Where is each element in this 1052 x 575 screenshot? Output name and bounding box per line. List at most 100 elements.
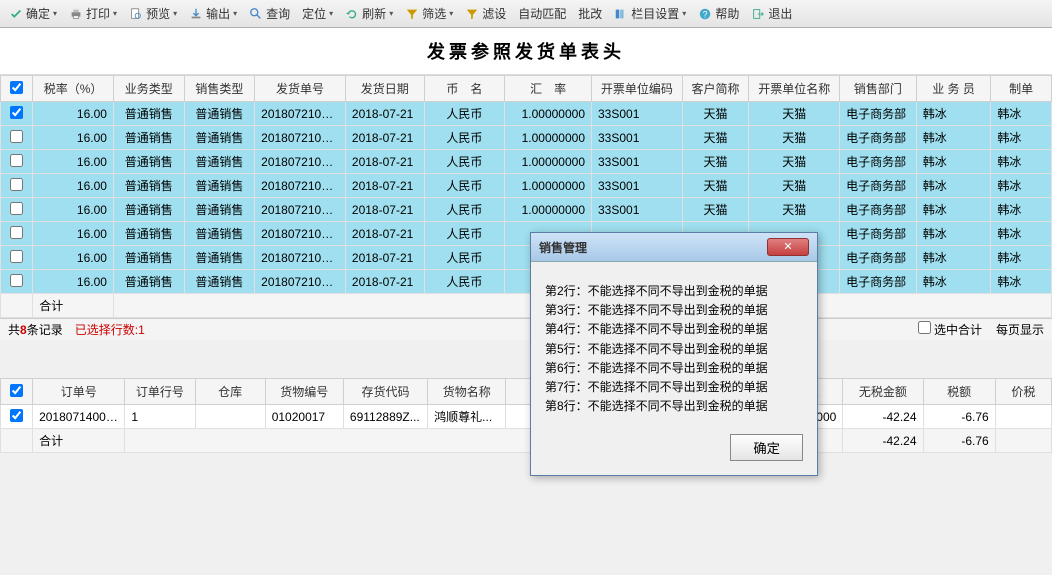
status-bar: 共8条记录 已选择行数:1 选中合计 每页显示 <box>0 318 1052 340</box>
col-inv-unit-name[interactable]: 开票单位名称 <box>749 76 840 102</box>
chevron-down-icon: ▾ <box>682 9 686 18</box>
col-maker[interactable]: 制单 <box>991 76 1052 102</box>
cell-warehouse <box>195 405 265 429</box>
cell-ship-date: 2018-07-21 <box>345 150 424 174</box>
cell-currency: 人民币 <box>424 150 505 174</box>
refresh-button[interactable]: 刷新 ▾ <box>340 3 398 24</box>
row-checkbox[interactable] <box>10 274 23 287</box>
cell-sale-type: 普通销售 <box>184 222 255 246</box>
cell-price-tax <box>995 405 1051 429</box>
cell-staff: 韩冰 <box>916 246 991 270</box>
row-checkbox[interactable] <box>10 226 23 239</box>
col-staff[interactable]: 业 务 员 <box>916 76 991 102</box>
select-all-bottom[interactable] <box>10 384 23 397</box>
cell-ship-date: 2018-07-21 <box>345 102 424 126</box>
cell-ship-no: 201807210052 <box>255 222 346 246</box>
cell-rate: 1.00000000 <box>505 198 592 222</box>
table-row[interactable]: 16.00普通销售普通销售2018072100242018-07-21人民币1.… <box>1 150 1052 174</box>
dialog-ok-button[interactable]: 确定 <box>730 434 803 461</box>
print-button[interactable]: 打印 ▾ <box>64 3 122 24</box>
export-icon <box>189 7 203 21</box>
row-checkbox[interactable] <box>10 250 23 263</box>
query-button[interactable]: 查询 <box>244 3 295 24</box>
locate-label: 定位 <box>302 5 326 22</box>
filter-set-button[interactable]: 滤设 <box>460 3 511 24</box>
table-row[interactable]: 16.00普通销售普通销售2018072100132018-07-21人民币1.… <box>1 102 1052 126</box>
col-goods-name[interactable]: 货物名称 <box>428 379 506 405</box>
page-title: 发票参照发货单表头 <box>0 28 1052 75</box>
col-cust-abbr[interactable]: 客户简称 <box>682 76 749 102</box>
exit-button[interactable]: 退出 <box>746 3 797 24</box>
cell-currency: 人民币 <box>424 126 505 150</box>
col-sale-type[interactable]: 销售类型 <box>184 76 255 102</box>
cell-cust-abbr: 天猫 <box>682 174 749 198</box>
col-ship-date[interactable]: 发货日期 <box>345 76 424 102</box>
col-order-no[interactable]: 订单号 <box>33 379 125 405</box>
col-price-tax[interactable]: 价税 <box>995 379 1051 405</box>
row-checkbox[interactable] <box>10 130 23 143</box>
cell-inv-unit-name: 天猫 <box>749 150 840 174</box>
cell-biz-type: 普通销售 <box>113 222 184 246</box>
table-row[interactable]: 16.00普通销售普通销售2018072100252018-07-21人民币1.… <box>1 174 1052 198</box>
auto-match-button[interactable]: 自动匹配 <box>513 3 571 24</box>
help-button[interactable]: ? 帮助 <box>693 3 744 24</box>
cell-tax-rate: 16.00 <box>33 174 114 198</box>
col-currency[interactable]: 币 名 <box>424 76 505 102</box>
row-checkbox[interactable] <box>10 409 23 422</box>
include-sum-toggle[interactable]: 选中合计 <box>918 321 982 338</box>
cell-maker: 韩冰 <box>991 102 1052 126</box>
col-biz-type[interactable]: 业务类型 <box>113 76 184 102</box>
cell-dept: 电子商务部 <box>840 174 917 198</box>
select-all-top[interactable] <box>10 81 23 94</box>
col-stock-code[interactable]: 存货代码 <box>343 379 427 405</box>
check-icon <box>9 7 23 21</box>
preview-button[interactable]: 预览 ▾ <box>124 3 182 24</box>
col-tax-rate[interactable]: 税率（%） <box>33 76 114 102</box>
col-inv-unit-code[interactable]: 开票单位编码 <box>592 76 683 102</box>
sum-notax: -42.24 <box>843 429 923 453</box>
row-checkbox[interactable] <box>10 106 23 119</box>
col-rate[interactable]: 汇 率 <box>505 76 592 102</box>
table-row[interactable]: 16.00普通销售普通销售2018072100942018-07-21人民币电子… <box>1 270 1052 294</box>
table-row[interactable]: 16.00普通销售普通销售2018072100522018-07-21人民币电子… <box>1 222 1052 246</box>
cell-biz-type: 普通销售 <box>113 102 184 126</box>
col-order-line[interactable]: 订单行号 <box>125 379 195 405</box>
col-dept[interactable]: 销售部门 <box>840 76 917 102</box>
cell-rate: 1.00000000 <box>505 126 592 150</box>
cell-stock-code: 69112889Z... <box>343 405 427 429</box>
export-button[interactable]: 输出 ▾ <box>184 3 242 24</box>
col-ship-no[interactable]: 发货单号 <box>255 76 346 102</box>
dialog-titlebar[interactable]: 销售管理 ✕ <box>531 233 817 262</box>
cell-biz-type: 普通销售 <box>113 198 184 222</box>
col-notax[interactable]: 无税金额 <box>843 379 923 405</box>
cell-currency: 人民币 <box>424 246 505 270</box>
col-warehouse[interactable]: 仓库 <box>195 379 265 405</box>
cell-sale-type: 普通销售 <box>184 102 255 126</box>
column-set-button[interactable]: 栏目设置 ▾ <box>609 3 691 24</box>
filter-button[interactable]: 筛选 ▾ <box>400 3 458 24</box>
table-row[interactable]: 20180714006610102001769112889Z...鸿顺尊礼...… <box>1 405 1052 429</box>
row-checkbox[interactable] <box>10 154 23 167</box>
cell-maker: 韩冰 <box>991 246 1052 270</box>
dialog-body: 第2行：不能选择不同不导出到金税的单据第3行：不能选择不同不导出到金税的单据第4… <box>531 262 817 426</box>
batch-edit-button[interactable]: 批改 <box>573 3 607 24</box>
cell-ship-no: 201807210023 <box>255 126 346 150</box>
cell-biz-type: 普通销售 <box>113 270 184 294</box>
col-goods-code[interactable]: 货物编号 <box>265 379 343 405</box>
locate-button[interactable]: 定位 ▾ <box>297 3 338 24</box>
column-set-label: 栏目设置 <box>631 5 679 22</box>
table-row[interactable]: 16.00普通销售普通销售2018072100932018-07-21人民币电子… <box>1 246 1052 270</box>
chevron-down-icon: ▾ <box>449 9 453 18</box>
col-tax[interactable]: 税额 <box>923 379 995 405</box>
refresh-label: 刷新 <box>362 5 386 22</box>
table-row[interactable]: 16.00普通销售普通销售2018072100512018-07-21人民币1.… <box>1 198 1052 222</box>
confirm-button[interactable]: 确定 ▾ <box>4 3 62 24</box>
query-label: 查询 <box>266 5 290 22</box>
close-icon[interactable]: ✕ <box>767 238 809 256</box>
row-checkbox[interactable] <box>10 178 23 191</box>
cell-dept: 电子商务部 <box>840 222 917 246</box>
cell-inv-unit-code: 33S001 <box>592 150 683 174</box>
print-label: 打印 <box>86 5 110 22</box>
row-checkbox[interactable] <box>10 202 23 215</box>
table-row[interactable]: 16.00普通销售普通销售2018072100232018-07-21人民币1.… <box>1 126 1052 150</box>
